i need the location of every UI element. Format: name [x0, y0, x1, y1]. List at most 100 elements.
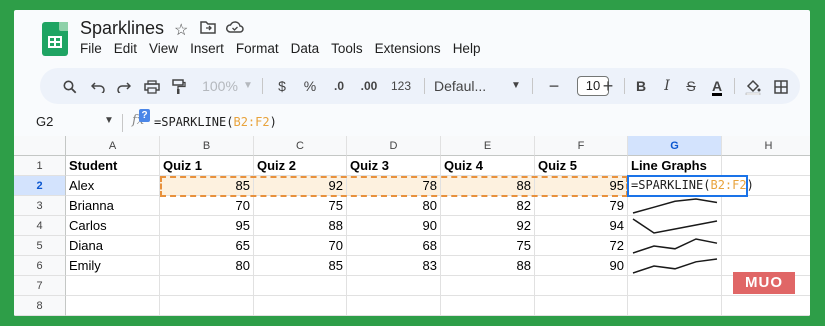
- empty-cell[interactable]: [66, 296, 160, 316]
- menu-edit[interactable]: Edit: [114, 41, 137, 56]
- borders-icon[interactable]: [770, 68, 792, 104]
- score-cell[interactable]: 72: [535, 236, 628, 256]
- column-header-a[interactable]: A: [66, 136, 160, 156]
- paint-format-icon[interactable]: [167, 68, 191, 104]
- empty-cell[interactable]: [66, 276, 160, 296]
- row-header-6[interactable]: 6: [14, 256, 66, 276]
- empty-cell[interactable]: [535, 296, 628, 316]
- score-cell[interactable]: 82: [441, 196, 535, 216]
- column-header-h[interactable]: H: [722, 136, 810, 156]
- italic-button[interactable]: I: [656, 68, 678, 104]
- sparkline-cell[interactable]: [628, 256, 722, 276]
- row-header-7[interactable]: 7: [14, 276, 66, 296]
- score-cell[interactable]: 68: [347, 236, 441, 256]
- menu-format[interactable]: Format: [236, 41, 279, 56]
- font-chevron-down-icon[interactable]: ▼: [510, 68, 522, 104]
- sheets-logo-icon[interactable]: [42, 22, 68, 56]
- column-header-d[interactable]: D: [347, 136, 441, 156]
- score-cell[interactable]: 88: [441, 256, 535, 276]
- score-cell[interactable]: 75: [254, 196, 347, 216]
- empty-cell[interactable]: [722, 156, 810, 176]
- zoom-select[interactable]: 100%: [198, 68, 242, 104]
- score-cell[interactable]: 90: [535, 256, 628, 276]
- active-cell-g2[interactable]: =SPARKLINE(B2:F2): [627, 175, 754, 197]
- help-badge-icon[interactable]: ?: [139, 109, 150, 122]
- increase-font-size-button[interactable]: +: [596, 68, 620, 104]
- decrease-font-size-button[interactable]: −: [542, 68, 566, 104]
- row-header-2[interactable]: 2: [14, 176, 66, 196]
- score-cell[interactable]: 85: [160, 176, 254, 196]
- empty-cell[interactable]: [722, 216, 810, 236]
- row-header-1[interactable]: 1: [14, 156, 66, 176]
- fill-color-icon[interactable]: [742, 68, 764, 104]
- empty-cell[interactable]: [254, 276, 347, 296]
- student-name-cell[interactable]: Brianna: [66, 196, 160, 216]
- cloud-status-icon[interactable]: [226, 20, 244, 39]
- menu-help[interactable]: Help: [453, 41, 481, 56]
- score-cell[interactable]: 83: [347, 256, 441, 276]
- text-color-button[interactable]: A: [706, 68, 728, 104]
- empty-cell[interactable]: [347, 296, 441, 316]
- decrease-decimal-button[interactable]: .0: [326, 68, 352, 104]
- star-icon[interactable]: ☆: [174, 20, 188, 40]
- column-header-b[interactable]: B: [160, 136, 254, 156]
- document-title[interactable]: Sparklines: [80, 18, 164, 39]
- menu-extensions[interactable]: Extensions: [375, 41, 441, 56]
- menu-insert[interactable]: Insert: [190, 41, 224, 56]
- student-name-cell[interactable]: Diana: [66, 236, 160, 256]
- increase-decimal-button[interactable]: .00: [354, 68, 384, 104]
- header-cell-quiz-2[interactable]: Quiz 2: [254, 156, 347, 176]
- score-cell[interactable]: 65: [160, 236, 254, 256]
- column-header-e[interactable]: E: [441, 136, 535, 156]
- score-cell[interactable]: 85: [254, 256, 347, 276]
- header-cell-quiz-1[interactable]: Quiz 1: [160, 156, 254, 176]
- row-header-5[interactable]: 5: [14, 236, 66, 256]
- percent-button[interactable]: %: [300, 68, 320, 104]
- empty-cell[interactable]: [722, 196, 810, 216]
- empty-cell[interactable]: [160, 296, 254, 316]
- zoom-chevron-down-icon[interactable]: ▼: [242, 68, 254, 104]
- score-cell[interactable]: 90: [347, 216, 441, 236]
- bold-button[interactable]: B: [630, 68, 652, 104]
- empty-cell[interactable]: [160, 276, 254, 296]
- score-cell[interactable]: 94: [535, 216, 628, 236]
- score-cell[interactable]: 80: [160, 256, 254, 276]
- empty-cell[interactable]: [347, 276, 441, 296]
- score-cell[interactable]: 70: [254, 236, 347, 256]
- undo-icon[interactable]: [86, 68, 110, 104]
- sparkline-cell[interactable]: [628, 236, 722, 256]
- score-cell[interactable]: 88: [441, 176, 535, 196]
- empty-cell[interactable]: [722, 236, 810, 256]
- move-folder-icon[interactable]: [200, 20, 216, 39]
- score-cell[interactable]: 75: [441, 236, 535, 256]
- number-format-button[interactable]: 123: [386, 68, 416, 104]
- header-cell-line-graphs[interactable]: Line Graphs: [628, 156, 722, 176]
- name-box-chevron-down-icon[interactable]: ▼: [104, 115, 114, 126]
- empty-cell[interactable]: [628, 296, 722, 316]
- column-header-c[interactable]: C: [254, 136, 347, 156]
- row-header-3[interactable]: 3: [14, 196, 66, 216]
- score-cell[interactable]: 92: [441, 216, 535, 236]
- redo-icon[interactable]: [112, 68, 136, 104]
- print-icon[interactable]: [140, 68, 164, 104]
- empty-cell[interactable]: [441, 276, 535, 296]
- name-box[interactable]: G2: [36, 114, 53, 129]
- empty-cell[interactable]: [535, 276, 628, 296]
- score-cell[interactable]: 70: [160, 196, 254, 216]
- column-header-f[interactable]: F: [535, 136, 628, 156]
- header-cell-student[interactable]: Student: [66, 156, 160, 176]
- score-cell[interactable]: 92: [254, 176, 347, 196]
- score-cell[interactable]: 79: [535, 196, 628, 216]
- score-cell[interactable]: 88: [254, 216, 347, 236]
- font-select[interactable]: Defaul...: [434, 68, 514, 104]
- header-cell-quiz-4[interactable]: Quiz 4: [441, 156, 535, 176]
- score-cell[interactable]: 95: [535, 176, 628, 196]
- header-cell-quiz-3[interactable]: Quiz 3: [347, 156, 441, 176]
- formula-input[interactable]: =SPARKLINE(B2:F2): [154, 115, 277, 129]
- row-header-8[interactable]: 8: [14, 296, 66, 316]
- student-name-cell[interactable]: Emily: [66, 256, 160, 276]
- score-cell[interactable]: 95: [160, 216, 254, 236]
- empty-cell[interactable]: [254, 296, 347, 316]
- empty-cell[interactable]: [628, 276, 722, 296]
- column-header-g[interactable]: G: [628, 136, 722, 156]
